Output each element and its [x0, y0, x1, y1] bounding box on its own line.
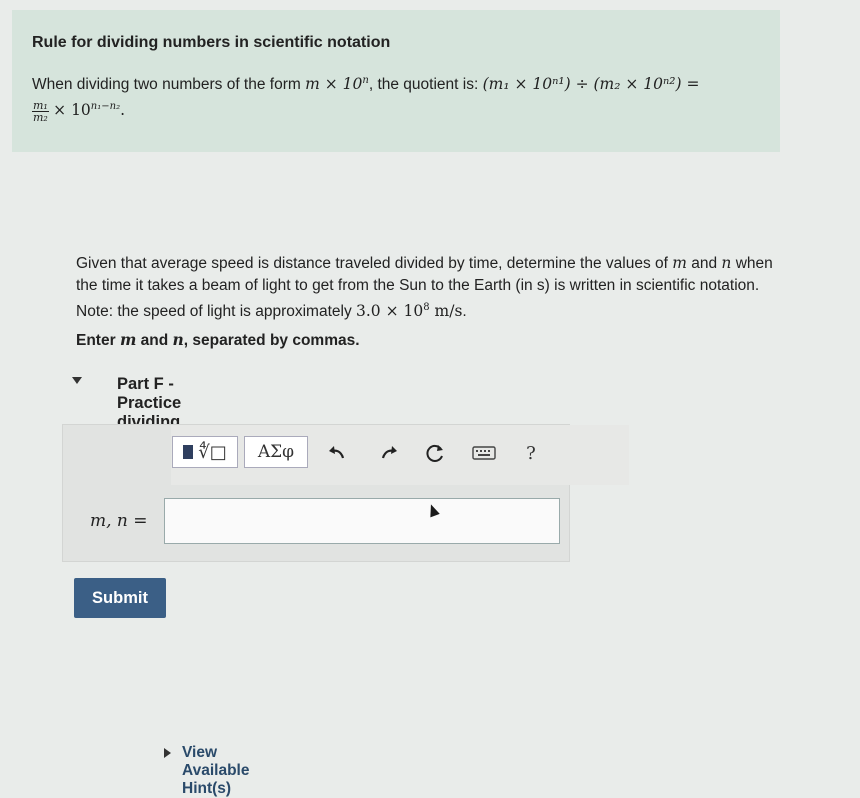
reset-icon	[426, 444, 443, 462]
keyboard-icon	[472, 446, 496, 460]
help-button[interactable]: ?	[518, 440, 544, 466]
quotient-fraction: m₁ m₂	[32, 98, 49, 124]
quotient-result: × 10n₁−n₂.	[53, 101, 126, 120]
hint-label[interactable]: View Available Hint(s)	[182, 744, 250, 798]
radical-icon: ∜□	[198, 441, 227, 463]
rule-title: Rule for dividing numbers in scientific …	[32, 34, 391, 51]
redo-icon	[381, 446, 397, 459]
reset-button[interactable]	[422, 440, 448, 466]
quotient-expression: (m₁ × 10ⁿ¹) ÷ (m₂ × 10ⁿ²) =	[482, 75, 700, 94]
caret-right-icon[interactable]	[164, 748, 171, 758]
template-square-icon	[183, 445, 194, 459]
instruction-text: Enter m and n, separated by commas.	[76, 330, 360, 349]
submit-button[interactable]: Submit	[74, 578, 166, 618]
greek-symbols-button[interactable]: ΑΣφ	[244, 436, 308, 468]
undo-button[interactable]	[324, 440, 350, 466]
answer-label: m, n =	[90, 511, 148, 531]
templates-button[interactable]: ∜□	[172, 436, 238, 468]
rule-text: When dividing two numbers of the form m …	[32, 75, 700, 124]
speed-of-light: 3.0 × 108 m/s	[356, 302, 463, 321]
form-expression: m × 10n	[305, 75, 369, 94]
question-text: Given that average speed is distance tra…	[76, 254, 773, 321]
redo-button[interactable]	[376, 440, 402, 466]
caret-down-icon[interactable]	[72, 377, 82, 384]
keyboard-button[interactable]	[470, 440, 498, 466]
answer-input[interactable]	[164, 498, 560, 544]
undo-icon	[329, 446, 345, 459]
